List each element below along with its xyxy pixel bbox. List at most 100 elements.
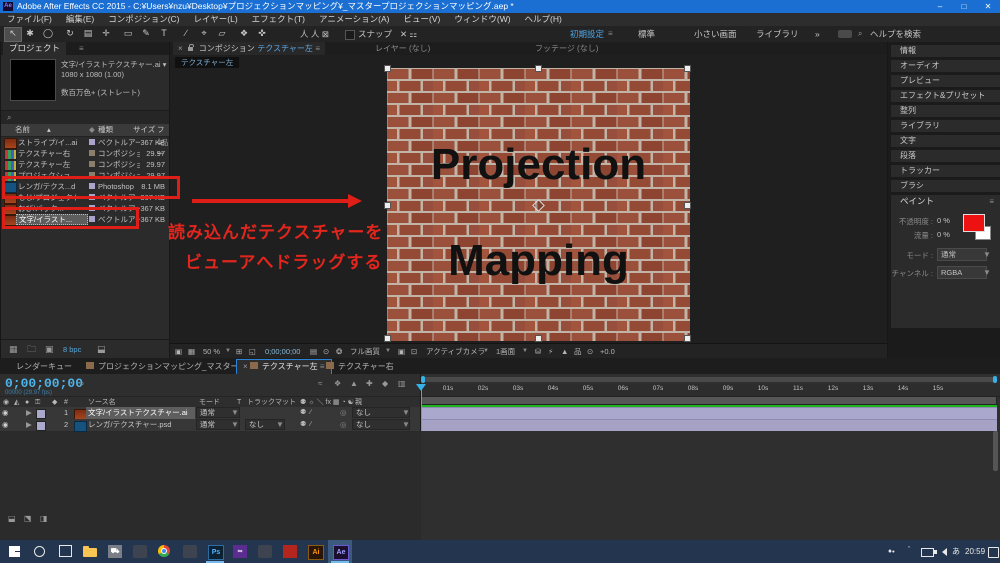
panel-tab-align[interactable]: 整列 bbox=[891, 105, 1000, 117]
pen-tool-icon[interactable]: ✎ bbox=[138, 27, 154, 40]
type-tool-icon[interactable]: T bbox=[156, 27, 172, 40]
parent-dropdown-icon[interactable]: ▼ bbox=[402, 407, 410, 419]
layer-color-chip[interactable] bbox=[36, 409, 46, 419]
selection-tool-icon[interactable]: ↖ bbox=[4, 27, 22, 42]
layout-dropdown-icon[interactable]: ▼ bbox=[522, 344, 528, 359]
tray-people-icon[interactable]: ꔷꔷ bbox=[888, 540, 895, 563]
minimize-button[interactable]: – bbox=[928, 0, 952, 13]
comp-navigator-breadcrumb[interactable]: テクスチャー左 bbox=[175, 57, 239, 68]
matte-dropdown-icon[interactable]: ▼ bbox=[276, 419, 284, 431]
resolution-dropdown-icon[interactable]: ▼ bbox=[385, 344, 391, 359]
transparency-grid-icon[interactable]: ⊡ bbox=[411, 344, 417, 359]
store-button[interactable]: ⛟ bbox=[103, 540, 127, 563]
tab-texture-left[interactable]: × テクスチャー左 ≡ bbox=[236, 359, 332, 374]
help-search-input[interactable]: ヘルプを検索 bbox=[870, 26, 921, 42]
workspace-menu-icon[interactable]: ≡ bbox=[608, 26, 613, 42]
expand-transfer-icon[interactable]: ⬔ bbox=[24, 514, 32, 524]
snap-checkbox[interactable] bbox=[345, 30, 355, 40]
tray-clock[interactable]: 20:59 bbox=[965, 540, 985, 563]
menu-window[interactable]: ウィンドウ(W) bbox=[447, 13, 517, 26]
cortana-button[interactable] bbox=[28, 540, 52, 563]
mask-mode-icons[interactable]: ✕ ⚏ bbox=[400, 26, 417, 42]
workspace-overflow-chevron[interactable]: » bbox=[815, 26, 820, 42]
twirl-icon[interactable]: ▶ bbox=[26, 419, 32, 431]
rotobrush-tool-icon[interactable]: ❖ bbox=[236, 27, 252, 40]
project-search-row[interactable]: ⌕ bbox=[1, 110, 169, 125]
panel-tab-brushes[interactable]: ブラシ bbox=[891, 180, 1000, 192]
mode-select[interactable]: 通常 bbox=[937, 248, 987, 261]
panel-tab-character[interactable]: 文字 bbox=[891, 135, 1000, 147]
mode-dropdown-icon[interactable]: ▼ bbox=[983, 250, 991, 259]
layer-source-name[interactable]: 文字/イラストテクスチャー.ai bbox=[86, 407, 195, 419]
purple-app-button[interactable]: ∞ bbox=[228, 540, 252, 563]
tab-render-queue[interactable]: レンダーキュー bbox=[10, 360, 78, 374]
rotation-tool-icon[interactable]: ↻ bbox=[62, 27, 78, 40]
current-timecode[interactable]: 0;00;00;00 bbox=[5, 376, 83, 391]
time-navigator-bar[interactable] bbox=[422, 377, 996, 382]
panel-tab-audio[interactable]: オーディオ bbox=[891, 60, 1000, 72]
chrome-button[interactable] bbox=[153, 540, 177, 563]
project-row-stripe[interactable]: ストライプ/イ...ai ベクトルアート 367 KB 品 bbox=[1, 137, 169, 148]
composition-canvas[interactable]: Projection Mapping bbox=[387, 68, 690, 341]
shape-tool-icon[interactable]: ▭ bbox=[120, 27, 136, 40]
interpret-footage-icon[interactable]: ▦ bbox=[9, 344, 18, 355]
panel-tab-library[interactable]: ライブラリ bbox=[891, 120, 1000, 132]
mode-dropdown-icon[interactable]: ▼ bbox=[231, 407, 239, 419]
project-tab[interactable]: プロジェクト bbox=[3, 42, 66, 55]
channel-icon[interactable]: ❂ bbox=[336, 344, 342, 359]
stamp-tool-icon[interactable]: ⌖ bbox=[196, 27, 212, 40]
app-button-2[interactable] bbox=[178, 540, 202, 563]
handle-top-center[interactable] bbox=[535, 65, 542, 72]
expand-layer-switches-icon[interactable]: ⬓ bbox=[8, 514, 16, 524]
draft3d-icon[interactable]: ❖ bbox=[334, 379, 341, 389]
trash-icon[interactable]: ⬓ bbox=[97, 344, 106, 355]
tray-volume-icon[interactable] bbox=[942, 548, 947, 556]
lock-icon[interactable] bbox=[188, 47, 193, 51]
layer-row-2[interactable]: ◉ ▶ 2 レンガ/テクスチャー.psd 通常 ▼ なし ▼ ⚉ ∕ ◎ なし … bbox=[0, 419, 420, 432]
foreground-color-swatch[interactable] bbox=[963, 214, 985, 232]
pan-behind-tool-icon[interactable]: ✛ bbox=[98, 27, 114, 40]
twirl-icon[interactable]: ▶ bbox=[26, 407, 32, 419]
magnification-icon[interactable]: ▦ bbox=[188, 344, 195, 359]
tab-texture-right[interactable]: テクスチャー右 bbox=[320, 360, 400, 374]
menu-file[interactable]: ファイル(F) bbox=[0, 13, 59, 26]
tab-master-comp[interactable]: プロジェクションマッピング_マスター bbox=[80, 360, 244, 374]
zoom-level[interactable]: 50 % bbox=[203, 344, 220, 359]
composition-mini-flowchart-icon[interactable]: ≈ bbox=[318, 379, 322, 389]
project-panel-menu-icon[interactable]: ≡ bbox=[79, 42, 84, 55]
flowchart-icon[interactable]: 品 bbox=[574, 344, 582, 359]
menu-composition[interactable]: コンポジション(C) bbox=[101, 13, 186, 26]
handle-mid-right[interactable] bbox=[684, 202, 691, 209]
workspace-tab-small-screen[interactable]: 小さい画面 bbox=[694, 26, 737, 42]
close-button[interactable]: ✕ bbox=[976, 0, 1000, 13]
handle-bottom-left[interactable] bbox=[384, 335, 391, 342]
parent-pickwhip-icon[interactable]: ◎ bbox=[340, 419, 347, 431]
workspace-tab-library[interactable]: ライブラリ bbox=[756, 26, 799, 42]
viewer-tab-layer[interactable]: レイヤー (なし) bbox=[375, 42, 430, 55]
layer-color-chip[interactable] bbox=[36, 421, 46, 431]
start-button[interactable] bbox=[3, 540, 27, 563]
mail-app-button[interactable] bbox=[253, 540, 277, 563]
mask-visibility-icon[interactable]: ◱ bbox=[249, 344, 256, 359]
maximize-button[interactable]: □ bbox=[952, 0, 976, 13]
parent-dropdown-icon[interactable]: ▼ bbox=[402, 419, 410, 431]
handle-bottom-right[interactable] bbox=[684, 335, 691, 342]
view-layout-select[interactable]: 1画面 bbox=[496, 344, 515, 359]
frame-blending-icon[interactable]: ✚ bbox=[366, 379, 373, 389]
fast-preview-icon[interactable]: ⚡ bbox=[548, 344, 553, 359]
layer-switches[interactable]: ⚉ ∕ bbox=[300, 419, 311, 431]
camera-tool-icon[interactable]: ▤ bbox=[80, 27, 96, 40]
handle-top-right[interactable] bbox=[684, 65, 691, 72]
layer-source-name[interactable]: レンガ/テクスチャー.psd bbox=[88, 419, 193, 431]
workspace-tab-default[interactable]: 初期設定 bbox=[570, 26, 604, 42]
panel-tab-effects-presets[interactable]: エフェクト&プリセット bbox=[891, 90, 1000, 102]
menu-animation[interactable]: アニメーション(A) bbox=[312, 13, 397, 26]
channel-dropdown-icon[interactable]: ▼ bbox=[983, 268, 991, 277]
action-center-icon[interactable] bbox=[988, 547, 999, 558]
menu-effect[interactable]: エフェクト(T) bbox=[245, 13, 312, 26]
project-row-texture-right[interactable]: テクスチャー右 コンポジション 29.97 bbox=[1, 148, 169, 159]
visibility-eye-icon[interactable]: ◉ bbox=[2, 407, 12, 419]
task-view-button[interactable] bbox=[53, 540, 77, 563]
resolution-select[interactable]: フル画質 bbox=[350, 344, 380, 359]
eraser-tool-icon[interactable]: ▱ bbox=[214, 27, 230, 40]
